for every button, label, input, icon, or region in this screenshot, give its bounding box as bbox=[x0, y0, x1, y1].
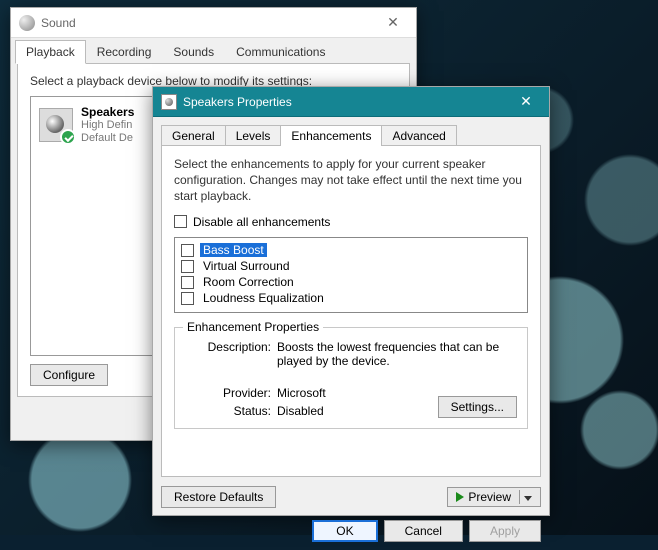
close-icon[interactable]: ✕ bbox=[378, 12, 408, 34]
enhancement-label: Virtual Surround bbox=[200, 259, 293, 273]
checkbox-icon bbox=[174, 215, 187, 228]
speaker-icon bbox=[161, 94, 177, 110]
tab-advanced[interactable]: Advanced bbox=[381, 125, 456, 146]
properties-title: Speakers Properties bbox=[183, 95, 511, 109]
properties-tabs: General Levels Enhancements Advanced bbox=[153, 117, 549, 146]
preview-dropdown[interactable] bbox=[519, 490, 536, 504]
enhancement-properties-group: Enhancement Properties Description: Boos… bbox=[174, 327, 528, 429]
settings-button[interactable]: Settings... bbox=[438, 396, 517, 418]
tab-enhancements[interactable]: Enhancements bbox=[280, 125, 382, 146]
checkbox-icon[interactable] bbox=[181, 244, 194, 257]
chevron-down-icon bbox=[524, 496, 532, 501]
enhancement-label: Bass Boost bbox=[200, 243, 267, 257]
apply-button: Apply bbox=[469, 520, 541, 542]
speakers-properties-window: Speakers Properties ✕ General Levels Enh… bbox=[152, 86, 550, 516]
close-icon[interactable]: ✕ bbox=[511, 91, 541, 113]
device-line1: High Defin bbox=[81, 119, 134, 132]
status-label: Status: bbox=[185, 404, 277, 418]
play-icon bbox=[456, 492, 464, 502]
disable-all-checkbox[interactable]: Disable all enhancements bbox=[174, 215, 330, 229]
checkbox-icon[interactable] bbox=[181, 260, 194, 273]
description-value: Boosts the lowest frequencies that can b… bbox=[277, 340, 517, 368]
tab-general[interactable]: General bbox=[161, 125, 226, 146]
enhancements-description: Select the enhancements to apply for you… bbox=[174, 156, 528, 205]
device-line2: Default De bbox=[81, 132, 134, 145]
enhancement-label: Loudness Equalization bbox=[200, 291, 327, 305]
properties-titlebar[interactable]: Speakers Properties ✕ bbox=[153, 87, 549, 117]
preview-label: Preview bbox=[468, 490, 511, 504]
tab-sounds[interactable]: Sounds bbox=[162, 40, 225, 64]
configure-button[interactable]: Configure bbox=[30, 364, 108, 386]
enhancement-room-correction[interactable]: Room Correction bbox=[181, 274, 521, 290]
description-label: Description: bbox=[185, 340, 277, 368]
checkbox-icon[interactable] bbox=[181, 292, 194, 305]
tab-levels[interactable]: Levels bbox=[225, 125, 282, 146]
tab-playback[interactable]: Playback bbox=[15, 40, 86, 64]
enhancement-list[interactable]: Bass Boost Virtual Surround Room Correct… bbox=[174, 237, 528, 313]
sound-titlebar[interactable]: Sound ✕ bbox=[11, 8, 416, 38]
device-text: Speakers High Defin Default De bbox=[81, 105, 134, 145]
cancel-button[interactable]: Cancel bbox=[384, 520, 463, 542]
tab-recording[interactable]: Recording bbox=[86, 40, 163, 64]
group-legend: Enhancement Properties bbox=[183, 320, 323, 334]
checkbox-icon[interactable] bbox=[181, 276, 194, 289]
restore-defaults-button[interactable]: Restore Defaults bbox=[161, 486, 276, 508]
enhancement-bass-boost[interactable]: Bass Boost bbox=[181, 242, 521, 258]
preview-button[interactable]: Preview bbox=[447, 487, 541, 507]
sound-title: Sound bbox=[41, 16, 378, 30]
enhancement-virtual-surround[interactable]: Virtual Surround bbox=[181, 258, 521, 274]
dialog-buttons: OK Cancel Apply bbox=[153, 516, 549, 550]
device-name: Speakers bbox=[81, 105, 134, 119]
sound-tabs: Playback Recording Sounds Communications bbox=[11, 40, 416, 64]
tab-communications[interactable]: Communications bbox=[225, 40, 336, 64]
enhancement-label: Room Correction bbox=[200, 275, 297, 289]
speaker-icon bbox=[19, 15, 35, 31]
enhancements-panel: Select the enhancements to apply for you… bbox=[161, 145, 541, 477]
default-check-icon bbox=[60, 129, 76, 145]
enhancement-loudness-equalization[interactable]: Loudness Equalization bbox=[181, 290, 521, 306]
provider-label: Provider: bbox=[185, 386, 277, 400]
device-speaker-icon bbox=[39, 108, 73, 142]
ok-button[interactable]: OK bbox=[312, 520, 377, 542]
disable-all-label: Disable all enhancements bbox=[193, 215, 330, 229]
